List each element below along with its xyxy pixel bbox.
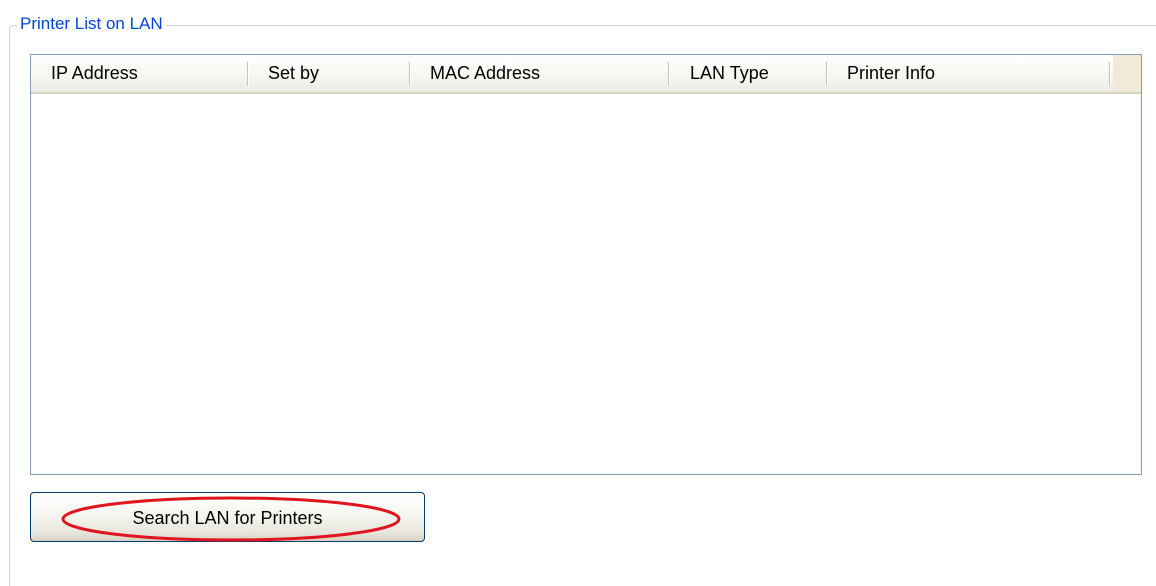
list-body[interactable]	[31, 94, 1141, 474]
column-divider[interactable]	[668, 62, 670, 86]
search-lan-button[interactable]: Search LAN for Printers	[30, 492, 425, 542]
column-header-ip-address[interactable]: IP Address	[51, 55, 138, 92]
column-divider[interactable]	[247, 62, 249, 86]
column-header-lan-type[interactable]: LAN Type	[690, 55, 769, 92]
column-divider[interactable]	[1109, 62, 1111, 86]
column-header-set-by[interactable]: Set by	[268, 55, 319, 92]
column-divider[interactable]	[409, 62, 411, 86]
groupbox-title: Printer List on LAN	[17, 12, 166, 36]
column-divider[interactable]	[826, 62, 828, 86]
header-filler	[1113, 55, 1141, 92]
printer-list-view[interactable]: IP Address Set by MAC Address LAN Type P…	[30, 54, 1142, 475]
list-header: IP Address Set by MAC Address LAN Type P…	[31, 55, 1141, 94]
search-lan-button-label: Search LAN for Printers	[132, 508, 323, 528]
column-header-printer-info[interactable]: Printer Info	[847, 55, 935, 92]
column-header-mac-address[interactable]: MAC Address	[430, 55, 540, 92]
